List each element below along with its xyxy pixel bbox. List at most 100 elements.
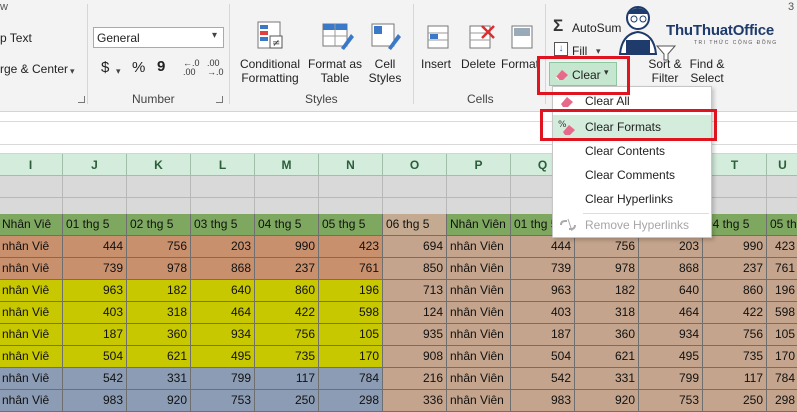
table-cell[interactable]: 105	[319, 324, 383, 346]
find-select-button[interactable]: Find & Select	[686, 57, 728, 85]
table-cell[interactable]: 756	[575, 236, 639, 258]
table-header-cell[interactable]: 03 thg 5	[191, 214, 255, 236]
table-cell[interactable]: 331	[575, 368, 639, 390]
chevron-down-icon[interactable]: ▾	[70, 66, 75, 77]
column-header-O[interactable]: O	[383, 154, 447, 176]
table-cell[interactable]: 444	[511, 236, 575, 258]
table-cell[interactable]: 908	[383, 346, 447, 368]
cell-styles-button[interactable]: Cell Styles	[363, 57, 407, 85]
table-cell[interactable]: 331	[127, 368, 191, 390]
table-cell[interactable]: 237	[255, 258, 319, 280]
table-cell[interactable]: nhân Viên	[447, 368, 511, 390]
table-cell[interactable]: 990	[703, 236, 767, 258]
format-as-table-button[interactable]: Format as Table	[306, 57, 364, 85]
table-cell[interactable]: nhân Viê	[0, 302, 63, 324]
table-cell[interactable]: 920	[127, 390, 191, 412]
table-cell[interactable]: 934	[639, 324, 703, 346]
number-format-select[interactable]: General ▾	[93, 27, 224, 48]
table-cell[interactable]	[191, 176, 255, 198]
table-cell[interactable]: 983	[63, 390, 127, 412]
table-cell[interactable]: 784	[767, 368, 797, 390]
table-cell[interactable]: 640	[191, 280, 255, 302]
table-cell[interactable]: 761	[767, 258, 797, 280]
format-cells-icon[interactable]	[508, 22, 536, 50]
menu-item-clear-hyperlinks[interactable]: Clear Hyperlinks	[553, 187, 711, 211]
table-cell[interactable]: 920	[575, 390, 639, 412]
conditional-formatting-button[interactable]: Conditional Formatting	[238, 57, 302, 85]
table-cell[interactable]: 621	[575, 346, 639, 368]
table-cell[interactable]: nhân Viê	[0, 280, 63, 302]
table-cell[interactable]: 963	[63, 280, 127, 302]
table-cell[interactable]: 422	[255, 302, 319, 324]
table-cell[interactable]: 739	[511, 258, 575, 280]
delete-cells-icon[interactable]	[466, 22, 496, 50]
table-cell[interactable]: 713	[383, 280, 447, 302]
table-cell[interactable]: nhân Viên	[447, 236, 511, 258]
table-cell[interactable]: 423	[319, 236, 383, 258]
menu-item-clear-comments[interactable]: Clear Comments	[553, 163, 711, 187]
format-as-table-icon[interactable]	[321, 20, 355, 52]
table-cell[interactable]: 422	[703, 302, 767, 324]
table-cell[interactable]: 753	[639, 390, 703, 412]
table-cell[interactable]: nhân Viê	[0, 236, 63, 258]
table-cell[interactable]	[0, 176, 63, 198]
table-cell[interactable]: 237	[703, 258, 767, 280]
column-header-L[interactable]: L	[191, 154, 255, 176]
column-header-T[interactable]: T	[703, 154, 767, 176]
increase-decimal-icon[interactable]: ←.0.00	[183, 59, 200, 77]
autosum-icon[interactable]: Σ	[553, 16, 563, 36]
table-cell[interactable]: 187	[63, 324, 127, 346]
menu-item-clear-contents[interactable]: Clear Contents	[553, 139, 711, 163]
table-cell[interactable]: 360	[127, 324, 191, 346]
table-cell[interactable]	[127, 176, 191, 198]
table-cell[interactable]: 598	[319, 302, 383, 324]
table-cell[interactable]: 336	[383, 390, 447, 412]
table-cell[interactable]: 934	[191, 324, 255, 346]
table-cell[interactable]: 444	[63, 236, 127, 258]
table-cell[interactable]: nhân Viê	[0, 324, 63, 346]
table-cell[interactable]: 784	[319, 368, 383, 390]
cell-styles-icon[interactable]	[370, 20, 402, 52]
insert-button[interactable]: Insert	[421, 57, 451, 71]
table-cell[interactable]: 850	[383, 258, 447, 280]
table-cell[interactable]: 318	[127, 302, 191, 324]
table-cell[interactable]: 735	[703, 346, 767, 368]
table-cell[interactable]: nhân Viê	[0, 390, 63, 412]
table-header-cell[interactable]: Nhân Viên	[447, 214, 511, 236]
table-cell[interactable]: 598	[767, 302, 797, 324]
table-header-cell[interactable]: 05 thg 5	[767, 214, 797, 236]
decrease-decimal-icon[interactable]: .00 →.0	[207, 59, 224, 77]
table-cell[interactable]: 868	[639, 258, 703, 280]
table-cell[interactable]: 250	[255, 390, 319, 412]
alignment-launcher-icon[interactable]	[78, 96, 85, 103]
column-header-U[interactable]: U	[767, 154, 797, 176]
table-cell[interactable]: 983	[511, 390, 575, 412]
table-header-cell[interactable]: 06 thg 5	[383, 214, 447, 236]
table-cell[interactable]: nhân Viê	[0, 368, 63, 390]
table-cell[interactable]: 799	[639, 368, 703, 390]
table-cell[interactable]: 196	[319, 280, 383, 302]
table-header-cell[interactable]: Nhân Viê	[0, 214, 63, 236]
table-cell[interactable]: 117	[703, 368, 767, 390]
table-cell[interactable]: 117	[255, 368, 319, 390]
table-cell[interactable]: 640	[639, 280, 703, 302]
table-cell[interactable]: 504	[63, 346, 127, 368]
table-cell[interactable]: 990	[255, 236, 319, 258]
number-launcher-icon[interactable]	[216, 96, 223, 103]
table-cell[interactable]: nhân Viên	[447, 258, 511, 280]
table-cell[interactable]: 756	[127, 236, 191, 258]
table-cell[interactable]: 935	[383, 324, 447, 346]
table-cell[interactable]: 860	[703, 280, 767, 302]
percent-button[interactable]: %	[132, 60, 145, 75]
table-cell[interactable]: 756	[703, 324, 767, 346]
table-cell[interactable]: 495	[639, 346, 703, 368]
table-cell[interactable]: 423	[767, 236, 797, 258]
table-cell[interactable]: 403	[63, 302, 127, 324]
delete-button[interactable]: Delete	[461, 57, 496, 71]
table-cell[interactable]: nhân Viên	[447, 346, 511, 368]
table-cell[interactable]: nhân Viên	[447, 280, 511, 302]
table-cell[interactable]: 504	[511, 346, 575, 368]
table-cell[interactable]	[383, 176, 447, 198]
chevron-down-icon[interactable]: ▾	[116, 66, 121, 77]
table-header-cell[interactable]: 01 thg 5	[63, 214, 127, 236]
